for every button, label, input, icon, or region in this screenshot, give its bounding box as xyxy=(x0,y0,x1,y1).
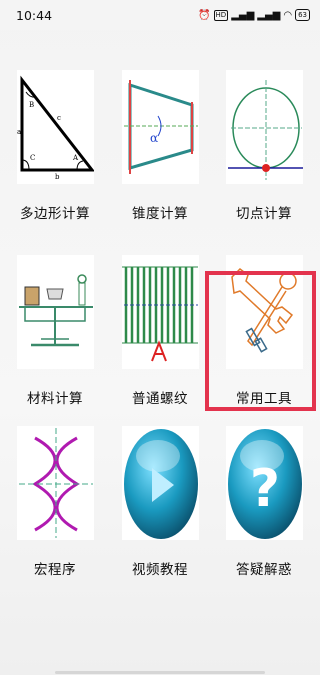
tangent-circle-diagram-icon xyxy=(226,70,303,184)
wrench-icon xyxy=(226,255,303,369)
battery-icon: 63 xyxy=(295,9,310,21)
balance-scale-diagram-icon xyxy=(17,255,94,369)
question-mark-icon: ? xyxy=(226,426,303,540)
screw-thread-diagram-icon xyxy=(122,255,199,369)
svg-text:a: a xyxy=(17,128,21,136)
tool-tile-macro[interactable]: 宏程序 xyxy=(15,426,115,586)
taper-diagram-icon: α xyxy=(122,70,199,184)
status-icons: ⏰ HD ▂▄▆ ▂▄▆ ◠ 63 xyxy=(198,9,310,21)
tool-tile-common-tools[interactable]: 常用工具 xyxy=(224,255,320,415)
svg-text:C: C xyxy=(30,154,35,162)
svg-text:b: b xyxy=(55,173,60,181)
alarm-icon: ⏰ xyxy=(198,9,211,21)
svg-text:A: A xyxy=(72,154,79,162)
tool-label: 常用工具 xyxy=(236,391,292,407)
play-video-icon xyxy=(122,426,199,540)
status-bar: 10:44 ⏰ HD ▂▄▆ ▂▄▆ ◠ 63 xyxy=(0,0,320,30)
wifi-icon: ◠ xyxy=(283,9,293,21)
svg-text:α: α xyxy=(150,131,158,145)
tool-label: 锥度计算 xyxy=(132,206,188,222)
hd-badge: HD xyxy=(213,9,229,21)
tool-label: 答疑解惑 xyxy=(236,562,292,578)
svg-text:c: c xyxy=(57,114,61,122)
signal-icon: ▂▄▆ xyxy=(231,9,255,21)
tool-label: 视频教程 xyxy=(132,562,188,578)
tool-label: 材料计算 xyxy=(27,391,83,407)
status-time: 10:44 xyxy=(16,7,53,23)
tool-label: 宏程序 xyxy=(34,562,76,578)
svg-text:B: B xyxy=(29,101,34,109)
tool-tile-material[interactable]: 材料计算 xyxy=(15,255,115,415)
svg-text:?: ? xyxy=(250,459,280,519)
tool-label: 普通螺纹 xyxy=(132,391,188,407)
signal-icon-2: ▂▄▆ xyxy=(257,9,281,21)
gesture-bar xyxy=(55,671,265,674)
tool-tile-video[interactable]: 视频教程 xyxy=(120,426,220,586)
tool-label: 多边形计算 xyxy=(20,206,90,222)
triangle-diagram-icon: B c a C A b xyxy=(17,70,94,184)
tool-tile-polygon[interactable]: B c a C A b 多边形计算 xyxy=(15,70,115,230)
tool-label: 切点计算 xyxy=(236,206,292,222)
macro-curve-diagram-icon xyxy=(17,426,94,540)
tool-tile-taper[interactable]: α 锥度计算 xyxy=(120,70,220,230)
tool-tile-faq[interactable]: ? 答疑解惑 xyxy=(224,426,320,586)
tool-tile-thread[interactable]: 普通螺纹 xyxy=(120,255,220,415)
tool-tile-tangent[interactable]: 切点计算 xyxy=(224,70,320,230)
